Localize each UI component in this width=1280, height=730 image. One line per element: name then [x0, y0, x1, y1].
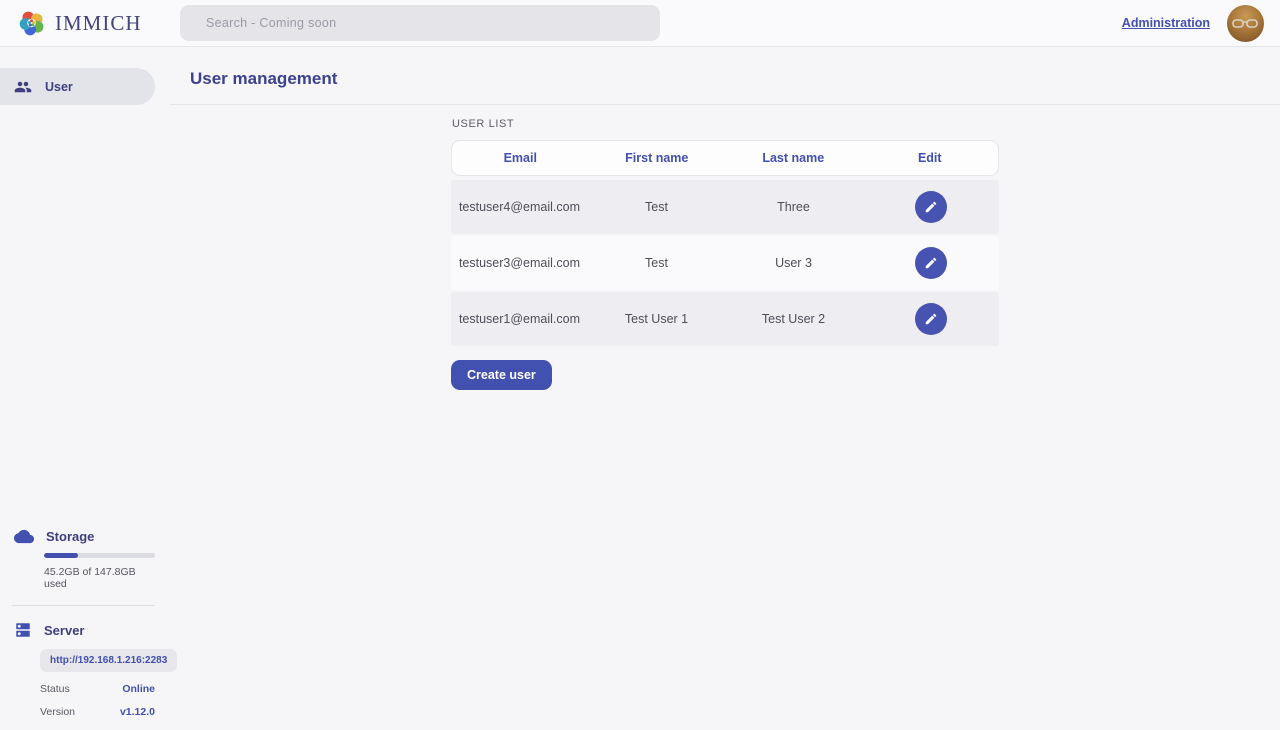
pencil-icon	[924, 256, 938, 270]
server-status-value: Online	[122, 683, 155, 695]
user-table-header: Email First name Last name Edit	[451, 140, 999, 176]
sidebar-item-user[interactable]: User	[0, 68, 155, 105]
column-header-first-name: First name	[589, 151, 726, 165]
column-header-last-name: Last name	[725, 151, 862, 165]
page-title-bar: User management	[170, 47, 1280, 105]
main-content: User management USER LIST Email First na…	[170, 47, 1280, 730]
user-first-name: Test	[588, 200, 725, 214]
server-version-label: Version	[40, 706, 75, 718]
column-header-email: Email	[452, 151, 589, 165]
column-header-edit: Edit	[862, 151, 999, 165]
storage-title: Storage	[46, 529, 94, 544]
table-row: testuser4@email.com Test Three	[451, 180, 999, 234]
server-icon	[14, 621, 32, 639]
immich-flower-icon	[18, 9, 46, 37]
table-row: testuser3@email.com Test User 3	[451, 236, 999, 290]
user-first-name: Test User 1	[588, 312, 725, 326]
create-user-button[interactable]: Create user	[451, 360, 552, 390]
user-avatar[interactable]	[1227, 5, 1264, 42]
avatar-glasses-detail	[1232, 17, 1259, 35]
search-input[interactable]	[180, 5, 660, 41]
pencil-icon	[924, 200, 938, 214]
top-bar: IMMICH Administration	[0, 0, 1280, 47]
user-last-name: Three	[725, 200, 862, 214]
user-first-name: Test	[588, 256, 725, 270]
user-last-name: Test User 2	[725, 312, 862, 326]
server-version-value: v1.12.0	[120, 706, 155, 718]
edit-user-button[interactable]	[915, 191, 947, 223]
administration-link[interactable]: Administration	[1122, 16, 1210, 30]
user-last-name: User 3	[725, 256, 862, 270]
user-list-label: USER LIST	[452, 118, 999, 130]
admin-sidebar: User Storage 45.2GB of 147.8GB used	[0, 47, 170, 730]
server-url-badge: http://192.168.1.216:2283	[40, 649, 177, 672]
server-status-label: Status	[40, 683, 70, 695]
sidebar-status-panel: Storage 45.2GB of 147.8GB used Server ht…	[0, 529, 155, 718]
pencil-icon	[924, 312, 938, 326]
storage-usage-text: 45.2GB of 147.8GB used	[44, 566, 155, 590]
panel-divider	[12, 605, 155, 606]
edit-user-button[interactable]	[915, 247, 947, 279]
users-group-icon	[14, 78, 32, 96]
page-title: User management	[190, 69, 1280, 89]
sidebar-item-label: User	[45, 80, 73, 94]
storage-progress-bar	[44, 553, 155, 558]
table-row: testuser1@email.com Test User 1 Test Use…	[451, 292, 999, 346]
storage-progress-fill	[44, 553, 78, 558]
cloud-storage-icon	[14, 529, 34, 544]
edit-user-button[interactable]	[915, 303, 947, 335]
user-email: testuser4@email.com	[451, 200, 588, 214]
app-logo[interactable]: IMMICH	[18, 9, 142, 37]
server-title: Server	[44, 623, 84, 638]
logo-wordmark: IMMICH	[55, 11, 142, 36]
user-email: testuser1@email.com	[451, 312, 588, 326]
user-email: testuser3@email.com	[451, 256, 588, 270]
